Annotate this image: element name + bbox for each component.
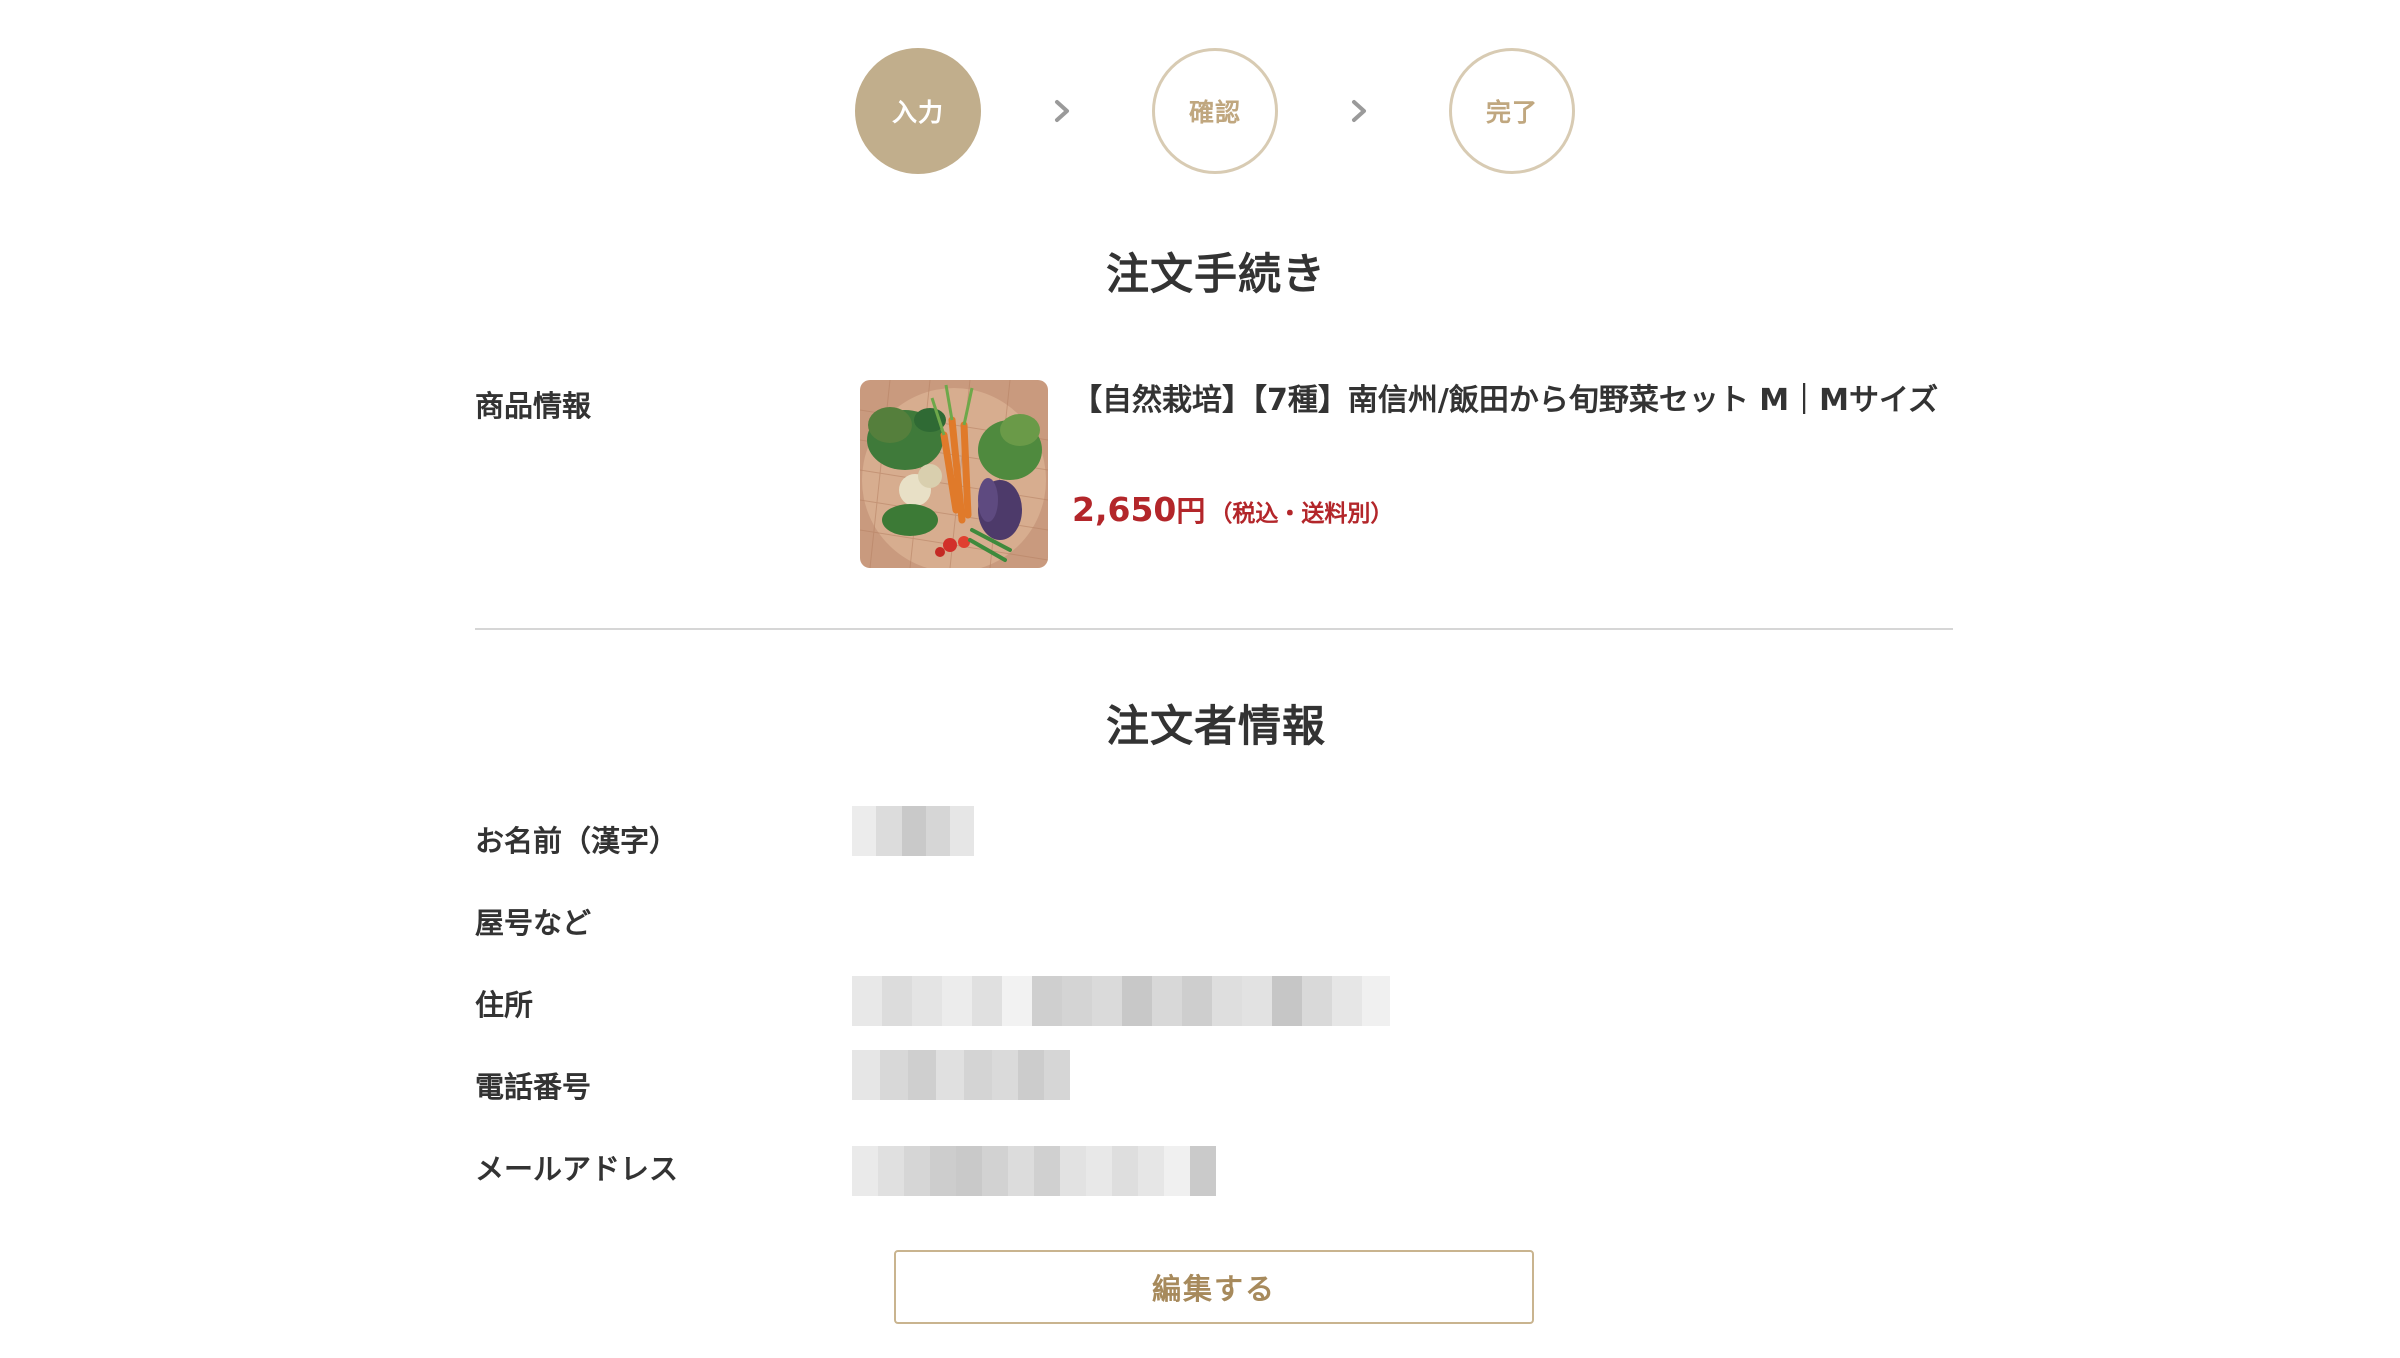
section-divider bbox=[475, 628, 1953, 630]
customer-info-title: 注文者情報 bbox=[1106, 702, 1326, 752]
step-complete: 完了 bbox=[1449, 48, 1575, 174]
name-value-pixelated bbox=[852, 806, 974, 856]
edit-button-label: 編集する bbox=[1151, 1272, 1276, 1306]
step-input: 入力 bbox=[855, 48, 981, 174]
order-confirmation-page: 入力 確認 完了 注文手続き 商品情報 【自然栽培】【7種】南信州/飯田から旬野… bbox=[0, 0, 2400, 1358]
chevron-right-icon bbox=[1342, 94, 1376, 128]
product-info-label: 商品情報 bbox=[475, 389, 592, 423]
email-label: メールアドレス bbox=[475, 1152, 679, 1186]
edit-button[interactable]: 編集する bbox=[894, 1250, 1534, 1324]
vegetable-basket-image bbox=[860, 380, 1048, 568]
progress-stepper: 入力 確認 完了 bbox=[855, 48, 1579, 180]
address-value-pixelated bbox=[852, 976, 1410, 1026]
step-complete-label: 完了 bbox=[1485, 98, 1538, 127]
step-confirm-label: 確認 bbox=[1188, 98, 1241, 127]
chevron-right-icon bbox=[1045, 94, 1079, 128]
step-input-label: 入力 bbox=[891, 98, 944, 127]
product-thumbnail bbox=[860, 380, 1048, 568]
price-currency: 円 bbox=[1176, 494, 1206, 528]
price-tax-note: （税込・送料別） bbox=[1209, 501, 1394, 527]
product-price: 2,650円 （税込・送料別） bbox=[1072, 488, 1393, 530]
name-label: お名前（漢字） bbox=[475, 824, 679, 858]
phone-value-pixelated bbox=[852, 1050, 1070, 1100]
phone-label: 電話番号 bbox=[475, 1070, 592, 1104]
step-confirm: 確認 bbox=[1152, 48, 1278, 174]
product-name: 【自然栽培】【7種】南信州/飯田から旬野菜セット M｜Mサイズ bbox=[1072, 383, 1939, 418]
address-label: 住所 bbox=[475, 988, 534, 1022]
order-procedure-title: 注文手続き bbox=[1106, 250, 1326, 300]
email-value-pixelated bbox=[852, 1146, 1216, 1196]
price-amount: 2,650 bbox=[1072, 490, 1177, 529]
trade-name-label: 屋号など bbox=[475, 906, 592, 940]
